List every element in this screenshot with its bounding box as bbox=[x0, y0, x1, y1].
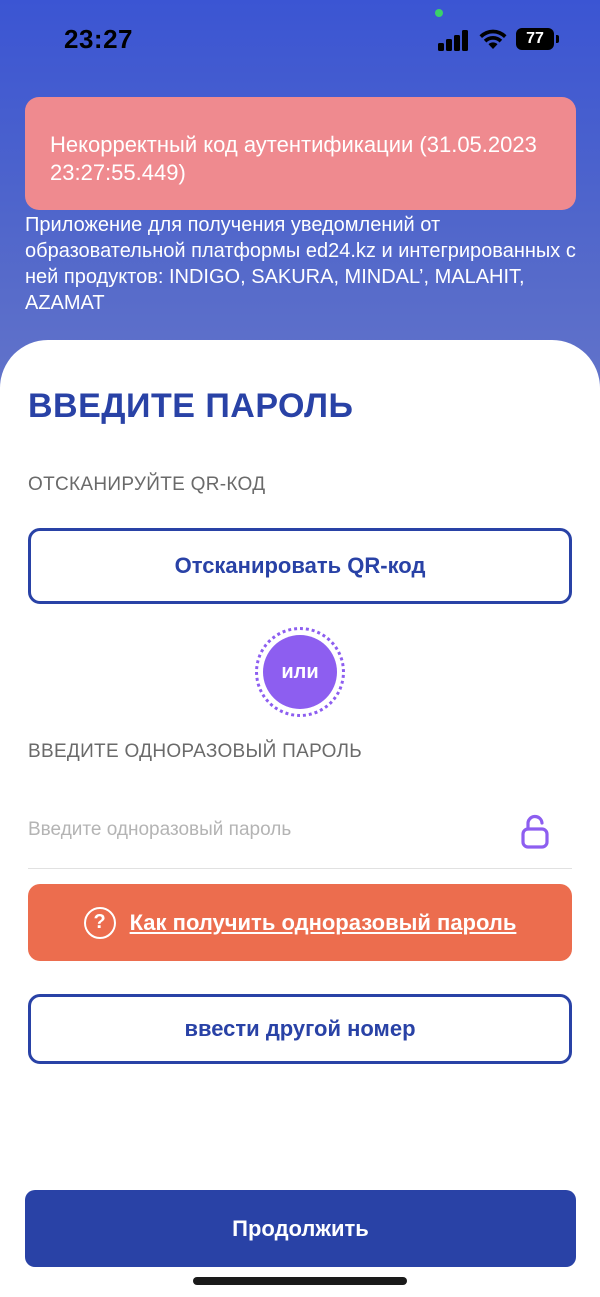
qr-section-label: ОТСКАНИРУЙТЕ QR-КОД bbox=[28, 474, 266, 495]
or-label: или bbox=[263, 635, 337, 709]
error-message: Некорректный код аутентификации (31.05.2… bbox=[50, 132, 537, 185]
battery-icon: 77 bbox=[516, 28, 559, 50]
otp-section-label: ВВЕДИТЕ ОДНОРАЗОВЫЙ ПАРОЛЬ bbox=[28, 741, 363, 762]
app-screen: 23:27 77 Некорректный код аутентификации… bbox=[0, 0, 600, 1297]
unlock-icon[interactable] bbox=[520, 814, 550, 850]
scan-qr-button[interactable]: Отсканировать QR-код bbox=[28, 528, 572, 604]
home-indicator[interactable] bbox=[193, 1277, 407, 1285]
continue-button[interactable]: Продолжить bbox=[25, 1190, 576, 1267]
camera-indicator-dot bbox=[435, 9, 443, 17]
cellular-signal-icon bbox=[438, 29, 470, 51]
app-description: Приложение для получения уведомлений от … bbox=[25, 214, 576, 314]
otp-help-label: Как получить одноразовый пароль bbox=[129, 909, 517, 935]
error-banner: Некорректный код аутентификации (31.05.2… bbox=[25, 97, 576, 210]
status-bar: 23:27 77 bbox=[0, 0, 600, 80]
or-divider-badge: или bbox=[255, 627, 345, 717]
otp-field bbox=[28, 800, 572, 869]
otp-help-button[interactable]: ? Как получить одноразовый пароль bbox=[28, 884, 572, 961]
status-time: 23:27 bbox=[64, 24, 133, 54]
wifi-icon bbox=[479, 29, 507, 49]
other-number-button[interactable]: ввести другой номер bbox=[28, 994, 572, 1064]
otp-input[interactable] bbox=[28, 814, 508, 846]
question-circle-icon: ? bbox=[83, 906, 116, 939]
battery-percent: 77 bbox=[526, 30, 544, 47]
page-title: ВВЕДИТЕ ПАРОЛЬ bbox=[28, 387, 354, 425]
